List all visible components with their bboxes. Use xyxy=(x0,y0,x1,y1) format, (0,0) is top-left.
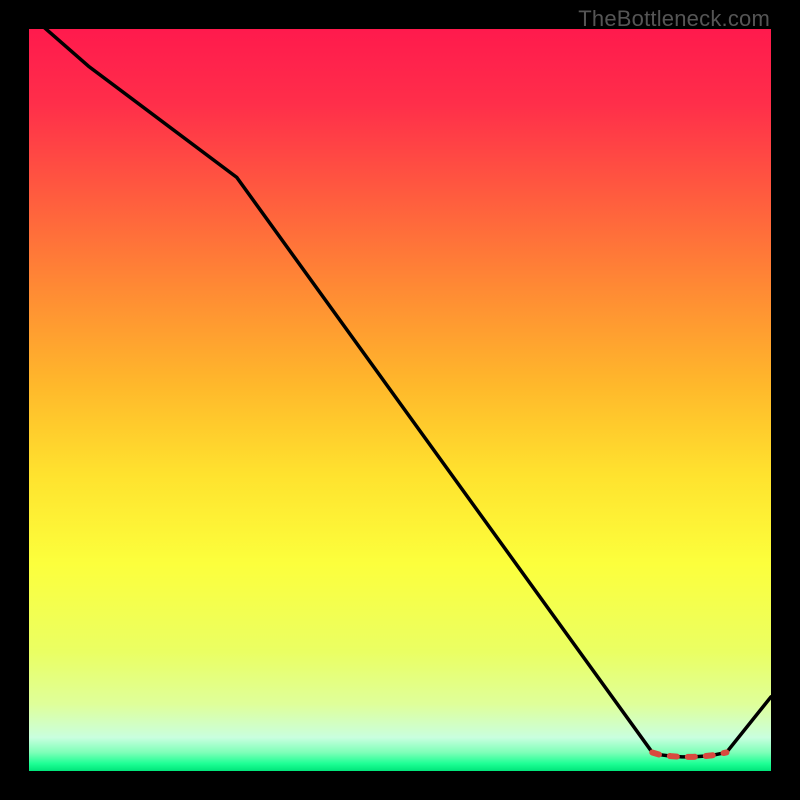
gradient-background xyxy=(29,29,771,771)
chart-plot-area xyxy=(29,29,771,771)
watermark-text: TheBottleneck.com xyxy=(578,6,770,32)
chart-frame: TheBottleneck.com xyxy=(0,0,800,800)
chart-svg xyxy=(29,29,771,771)
